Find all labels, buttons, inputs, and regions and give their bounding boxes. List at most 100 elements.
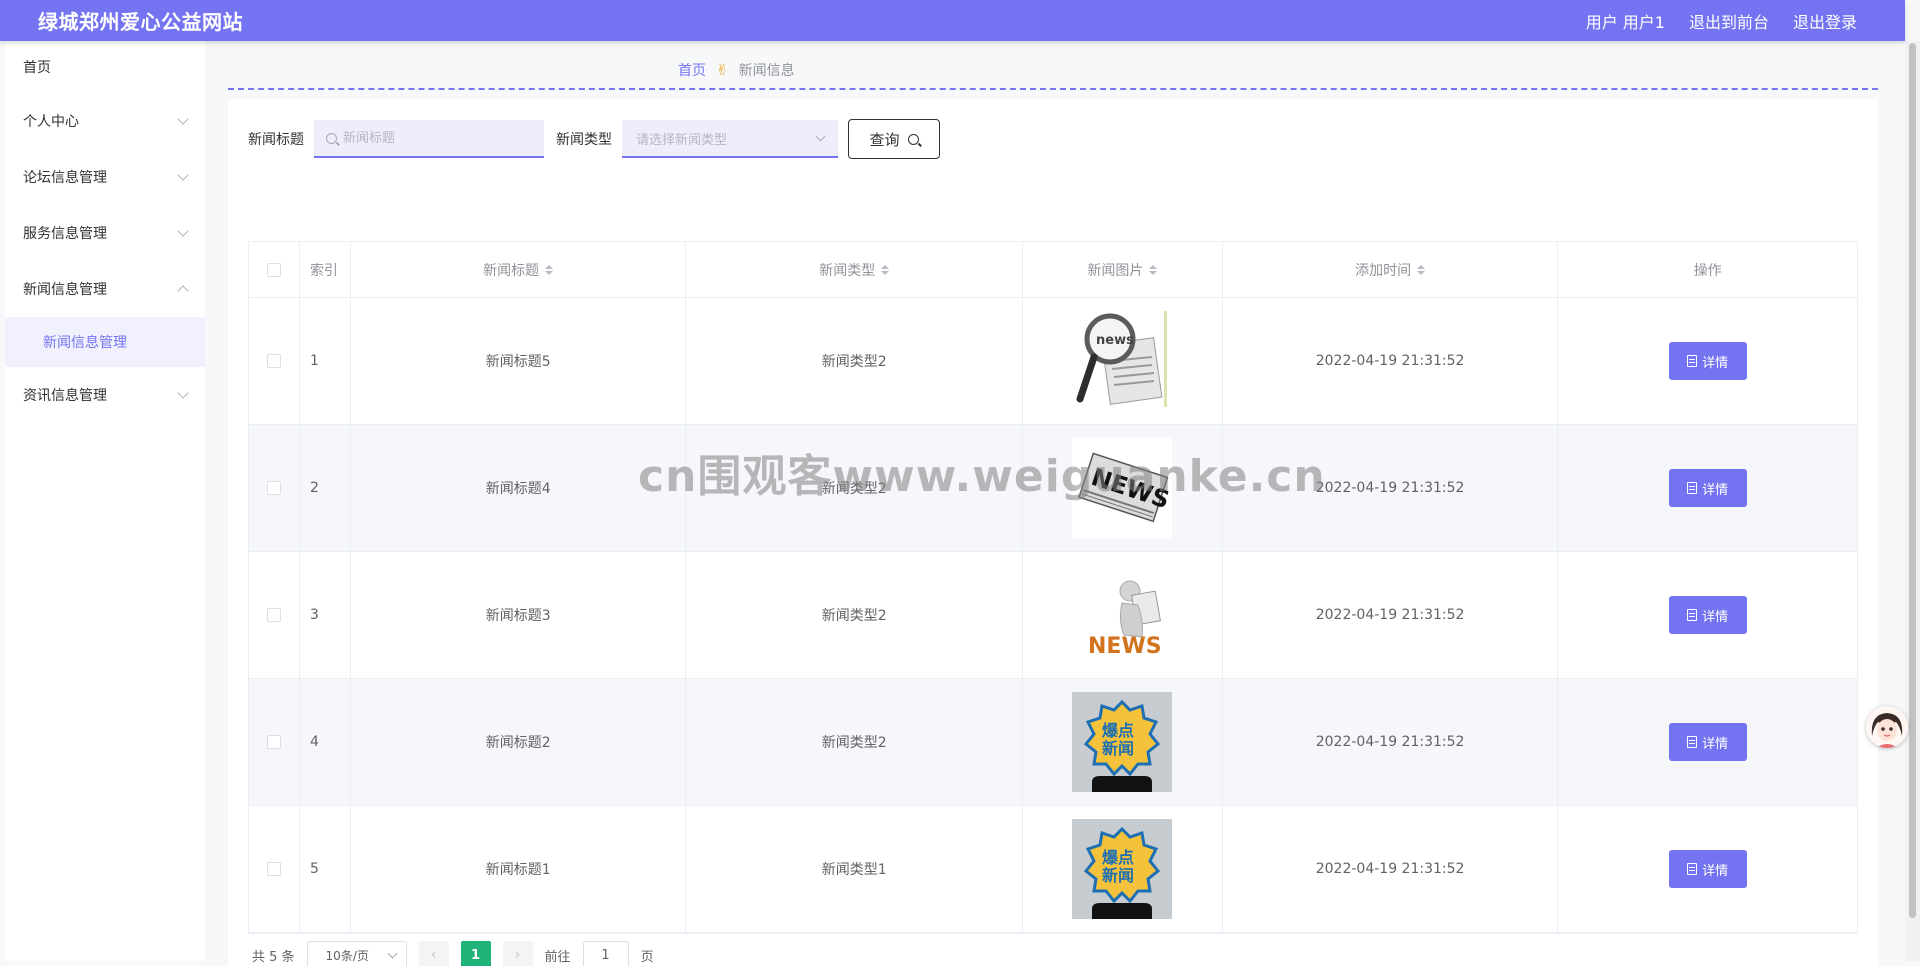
type-select-placeholder: 请选择新闻类型 [636,132,728,148]
thumb-text-xinwen: 新闻 [1102,739,1134,758]
sidebar-item-personal-center[interactable]: 个人中心 [5,93,205,149]
news-thumbnail[interactable]: 爆点 新闻 [1072,819,1173,919]
sidebar-item-label: 个人中心 [23,114,79,130]
row-index: 2 [309,480,319,496]
breadcrumb-current: 新闻信息 [738,63,795,79]
sort-icon[interactable] [1417,264,1426,275]
row-type: 新闻类型2 [821,354,887,370]
row-index: 1 [309,353,319,369]
sidebar-subitem-news-management[interactable]: 新闻信息管理 [5,317,205,367]
breadcrumb-home[interactable]: 首页 [678,60,706,80]
row-type: 新闻类型2 [821,735,887,751]
pagination: 共 5 条 10条/页 ‹ 1 › 前往 1 页 [252,941,654,966]
header-type[interactable]: 新闻类型 [686,242,1024,297]
sort-icon[interactable] [881,264,890,275]
page-number-current[interactable]: 1 [460,941,491,966]
page-size-select[interactable]: 10条/页 [306,941,407,966]
detail-button[interactable]: 详情 [1668,723,1747,761]
breaking-news-image: 爆点 新闻 [1072,692,1173,792]
site-title: 绿城郑州爱心公益网站 [38,10,243,34]
row-title: 新闻标题5 [485,354,551,370]
header-title[interactable]: 新闻标题 [351,242,687,297]
figure-reading-news-image: NEWS [1072,565,1173,665]
document-icon [1687,736,1698,748]
table-row: 3 新闻标题3 新闻类型2 NEWS 2022-04-19 21:31:52 详… [249,552,1857,679]
chevron-down-icon [177,225,189,237]
row-time: 2022-04-19 21:31:52 [1315,861,1465,877]
header-index-label: 索引 [309,262,338,279]
header-operation-label: 操作 [1693,262,1722,279]
row-index: 3 [309,607,319,623]
sidebar-item-label: 新闻信息管理 [23,282,107,298]
sort-icon[interactable] [545,264,554,275]
page-size-value: 10条/页 [325,948,369,963]
chevron-down-icon [387,948,397,958]
search-icon [326,132,337,144]
scrollbar-thumb[interactable] [1909,43,1916,918]
detail-button[interactable]: 详情 [1668,469,1747,507]
header-image[interactable]: 新闻图片 [1023,242,1223,297]
chevron-down-icon [177,169,189,181]
select-all-checkbox[interactable] [266,262,281,277]
top-bar: 绿城郑州爱心公益网站 用户 用户1 退出到前台 退出登录 [0,0,1905,41]
header-type-label: 新闻类型 [819,262,876,279]
back-to-front-link[interactable]: 退出到前台 [1689,9,1769,33]
detail-button[interactable]: 详情 [1668,342,1747,380]
news-thumbnail[interactable]: news [1072,311,1173,411]
sidebar-item-label: 首页 [23,60,51,76]
sidebar-item-news[interactable]: 新闻信息管理 [5,261,205,317]
header-operation: 操作 [1558,242,1857,297]
detail-button-label: 详情 [1702,736,1729,752]
row-title: 新闻标题4 [485,481,551,497]
page-scrollbar[interactable] [1905,41,1920,961]
logout-link[interactable]: 退出登录 [1793,9,1857,33]
main-panel: 新闻标题 新闻类型 请选择新闻类型 查询 索引 新闻标题 新闻类型 新闻图片 添… [228,99,1878,966]
goto-page-input[interactable]: 1 [582,941,629,966]
sidebar-item-forum[interactable]: 论坛信息管理 [5,149,205,205]
header-title-label: 新闻标题 [483,262,540,279]
news-thumbnail[interactable]: NEWS [1072,438,1173,538]
title-field-label: 新闻标题 [248,132,304,148]
header-image-label: 新闻图片 [1087,262,1144,279]
sidebar-subitem-label: 新闻信息管理 [43,335,127,351]
query-button-label: 查询 [869,130,900,149]
type-select[interactable]: 请选择新闻类型 [622,120,838,158]
row-checkbox[interactable] [266,735,281,749]
search-row: 新闻标题 新闻类型 请选择新闻类型 查询 [248,119,940,159]
title-search-input[interactable] [343,130,523,146]
assistant-avatar[interactable] [1866,706,1908,748]
row-checkbox[interactable] [266,862,281,876]
user-label[interactable]: 用户 用户1 [1586,9,1665,33]
row-type: 新闻类型2 [821,481,887,497]
header-time-label: 添加时间 [1355,262,1412,279]
row-checkbox[interactable] [266,608,281,622]
title-search-field[interactable] [314,120,544,158]
sort-icon[interactable] [1149,264,1158,275]
sidebar-item-information[interactable]: 资讯信息管理 [5,367,205,423]
sidebar-item-label: 服务信息管理 [23,226,107,242]
query-button[interactable]: 查询 [848,119,940,159]
detail-button[interactable]: 详情 [1668,850,1747,888]
row-checkbox[interactable] [266,354,281,368]
sidebar-item-home[interactable]: 首页 [5,41,205,93]
table-row: 2 新闻标题4 新闻类型2 NEWS 2022-04-19 21:31:52 详… [249,425,1857,552]
sidebar-item-service[interactable]: 服务信息管理 [5,205,205,261]
thumb-text-news: news [1096,333,1134,348]
document-icon [1687,863,1698,875]
row-time: 2022-04-19 21:31:52 [1315,480,1465,496]
detail-button-label: 详情 [1702,863,1729,879]
document-icon [1687,482,1698,494]
prev-page-button[interactable]: ‹ [418,941,449,966]
next-page-button[interactable]: › [502,941,533,966]
news-thumbnail[interactable]: NEWS [1072,565,1173,665]
header-time[interactable]: 添加时间 [1223,242,1559,297]
row-checkbox[interactable] [266,481,281,495]
news-thumbnail[interactable]: 爆点 新闻 [1072,692,1173,792]
row-index: 4 [309,734,319,750]
row-time: 2022-04-19 21:31:52 [1315,353,1465,369]
detail-button[interactable]: 详情 [1668,596,1747,634]
chevron-up-icon [177,285,189,297]
document-icon [1687,609,1698,621]
row-time: 2022-04-19 21:31:52 [1315,734,1465,750]
sidebar: 首页 个人中心 论坛信息管理 服务信息管理 新闻信息管理 新闻信息管理 资讯信息… [5,41,205,961]
